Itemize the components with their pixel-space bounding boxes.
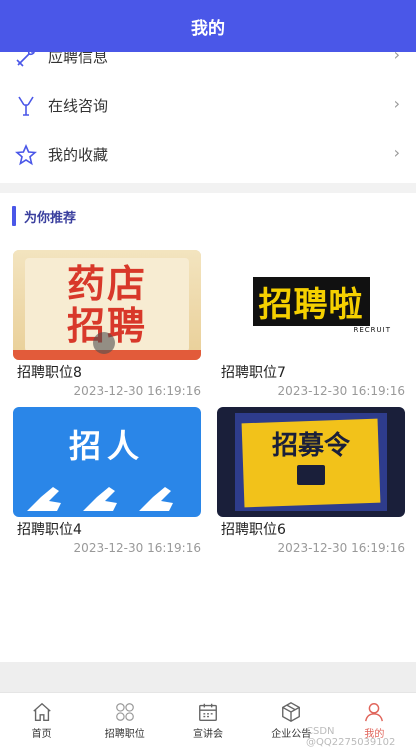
box-icon <box>282 702 301 722</box>
image-caption: 招人 <box>68 427 145 465</box>
job-image[interactable]: 药店招聘 <box>13 250 201 360</box>
job-card[interactable]: 药店招聘 招聘职位8 2023-12-30 16:19:16 <box>13 250 201 398</box>
job-image[interactable]: 招人 <box>13 407 201 517</box>
watermark-text: CSDN @QQ2275039102 <box>306 726 396 748</box>
job-date: 2023-12-30 16:19:16 <box>73 541 201 555</box>
job-image[interactable]: 招募令 <box>217 407 405 517</box>
job-image[interactable]: 招聘啦 RECRUIT <box>217 250 405 360</box>
page-header: 我的 <box>0 0 416 52</box>
tab-seminar[interactable]: 宣讲会 <box>166 693 249 745</box>
recommend-header: 为你推荐 <box>12 206 76 226</box>
job-date: 2023-12-30 16:19:16 <box>277 384 405 398</box>
pointing-hands-icon <box>27 487 173 511</box>
job-card[interactable]: 招人 招聘职位4 2023-12-30 16:19:16 <box>13 407 201 555</box>
image-caption: 招聘啦 <box>252 276 370 326</box>
chevron-right-icon: › <box>393 94 400 113</box>
job-date: 2023-12-30 16:19:16 <box>277 541 405 555</box>
menu-item-favorites[interactable]: 我的收藏 › <box>0 131 416 180</box>
grid-icon <box>115 703 134 721</box>
job-title: 招聘职位8 <box>17 365 82 381</box>
accent-bar <box>12 206 16 226</box>
section-divider <box>0 183 416 193</box>
job-card[interactable]: 招募令 招聘职位6 2023-12-30 16:19:16 <box>217 407 405 555</box>
star-icon <box>15 143 37 166</box>
job-title: 招聘职位7 <box>221 365 286 381</box>
chevron-right-icon: › <box>393 143 400 162</box>
antenna-icon <box>18 96 34 116</box>
menu-label: 我的收藏 <box>48 146 109 164</box>
job-card[interactable]: 招聘啦 RECRUIT 招聘职位7 2023-12-30 16:19:16 <box>217 250 405 398</box>
calendar-icon <box>199 703 217 721</box>
image-caption: 招募令 <box>271 431 350 461</box>
recommend-title: 为你推荐 <box>24 210 77 226</box>
content-footer <box>0 662 416 692</box>
job-date: 2023-12-30 16:19:16 <box>73 384 201 398</box>
tab-label: 招聘职位 <box>104 729 145 740</box>
page-title: 我的 <box>191 18 225 39</box>
menu-label: 在线咨询 <box>48 97 109 115</box>
tab-label: 宣讲会 <box>193 729 223 740</box>
tab-jobs[interactable]: 招聘职位 <box>83 693 166 745</box>
profile-menu: 应聘信息 › 在线咨询 › 我的收藏 › <box>0 33 416 183</box>
user-icon <box>365 703 384 722</box>
image-subcaption: RECRUIT <box>353 325 391 334</box>
menu-item-online-consult[interactable]: 在线咨询 › <box>0 82 416 131</box>
tab-home[interactable]: 首页 <box>0 693 83 745</box>
home-icon <box>32 702 51 721</box>
job-title: 招聘职位6 <box>221 522 286 538</box>
tab-label: 首页 <box>31 729 52 740</box>
job-title: 招聘职位4 <box>17 522 82 538</box>
